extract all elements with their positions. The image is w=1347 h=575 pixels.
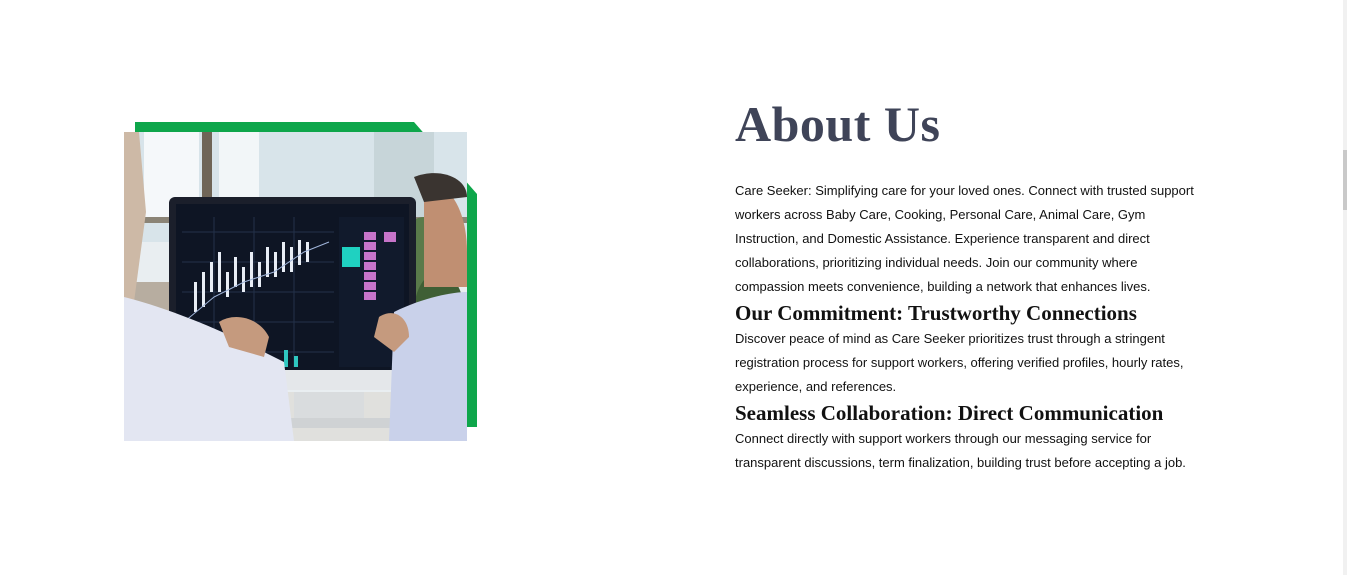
page-scrollbar[interactable] bbox=[1343, 0, 1347, 575]
scrollbar-thumb[interactable] bbox=[1343, 150, 1347, 210]
commitment-heading: Our Commitment: Trustworthy Connections bbox=[735, 301, 1137, 325]
about-content: About Us Care Seeker: Simplifying care f… bbox=[735, 92, 1205, 475]
collaboration-text: Connect directly with support workers th… bbox=[735, 431, 1186, 470]
about-image bbox=[124, 122, 477, 442]
about-intro-text: Care Seeker: Simplifying care for your l… bbox=[735, 183, 1194, 294]
commitment-text: Discover peace of mind as Care Seeker pr… bbox=[735, 331, 1184, 394]
collaboration-heading: Seamless Collaboration: Direct Communica… bbox=[735, 401, 1164, 425]
trading-monitor-photo bbox=[124, 122, 477, 441]
about-title: About Us bbox=[735, 96, 941, 152]
